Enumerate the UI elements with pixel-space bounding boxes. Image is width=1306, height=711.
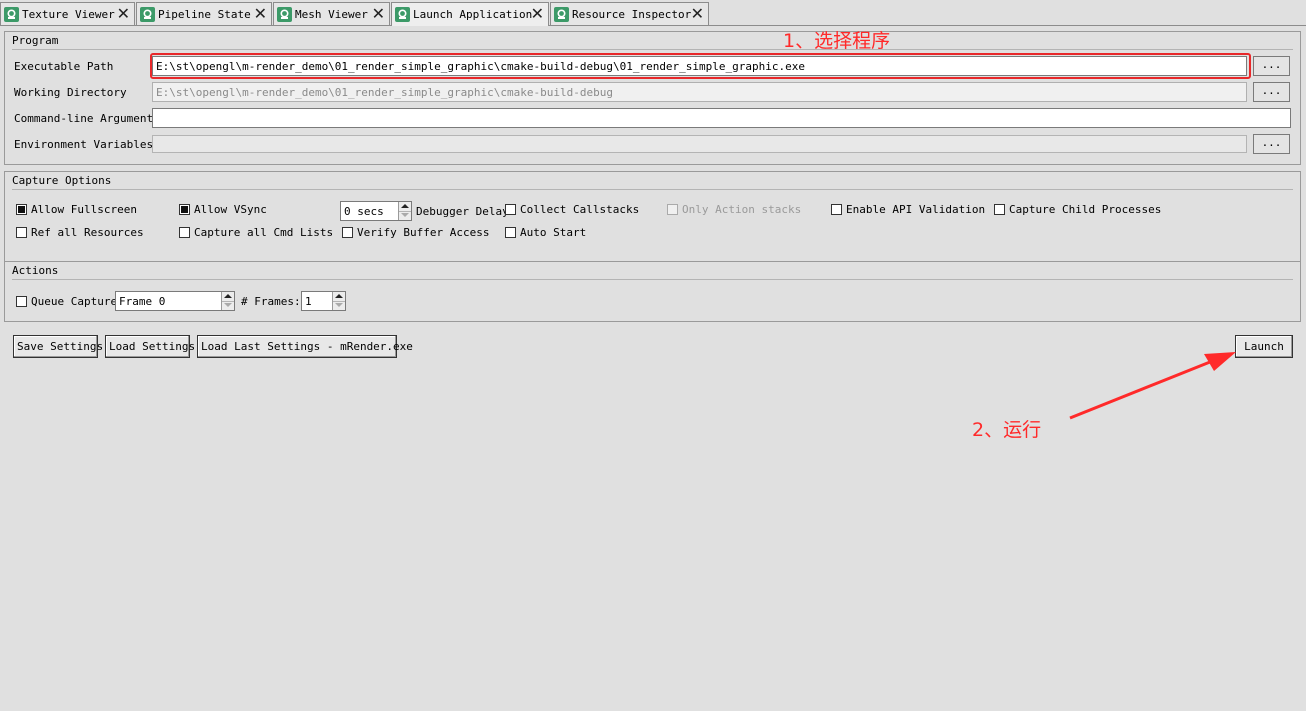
arrow-icon: [1069, 352, 1236, 420]
